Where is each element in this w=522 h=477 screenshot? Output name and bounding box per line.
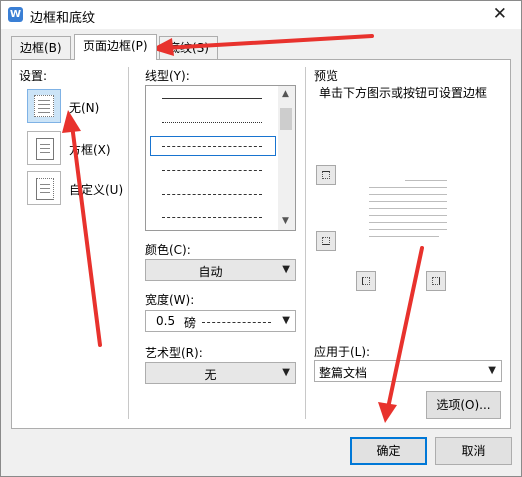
chevron-down-icon: ▼ xyxy=(282,315,290,326)
art-value: 无 xyxy=(204,368,217,382)
color-heading: 颜色(C): xyxy=(145,243,191,257)
scroll-up-icon[interactable]: ▲ xyxy=(282,89,289,99)
line-style-scrollbar[interactable]: ▲ ▼ xyxy=(278,86,295,230)
options-button[interactable]: 选项(O)... xyxy=(426,391,501,419)
chevron-down-icon: ▼ xyxy=(282,264,290,275)
art-dropdown[interactable]: 无 ▼ xyxy=(145,362,296,384)
tab-shading[interactable]: 底纹(S) xyxy=(159,36,218,59)
color-value: 自动 xyxy=(198,265,223,279)
cancel-button[interactable]: 取消 xyxy=(435,437,512,465)
preview-heading: 预览 xyxy=(314,69,339,83)
bottom-border-button[interactable] xyxy=(316,231,336,251)
tab-borders[interactable]: 边框(B) xyxy=(11,36,71,59)
setting-custom-icon[interactable] xyxy=(27,171,61,205)
dialog-title: 边框和底纹 xyxy=(30,11,96,26)
scroll-thumb[interactable] xyxy=(280,108,292,130)
apply-to-value: 整篇文档 xyxy=(319,366,368,380)
chevron-down-icon: ▼ xyxy=(488,365,496,376)
line-style-solid[interactable] xyxy=(162,98,262,99)
scroll-down-icon[interactable]: ▼ xyxy=(282,216,289,226)
separator-right xyxy=(305,67,306,419)
right-border-button[interactable] xyxy=(426,271,446,291)
setting-none-label[interactable]: 无(N) xyxy=(69,99,99,116)
separator-left xyxy=(128,67,129,419)
line-style-dotted[interactable] xyxy=(162,122,262,123)
line-style-dash-dot[interactable] xyxy=(162,194,262,195)
tab-page-border[interactable]: 页面边框(P) xyxy=(74,34,157,60)
apply-to-dropdown[interactable]: 整篇文档 ▼ xyxy=(314,360,502,382)
close-icon[interactable]: ✕ xyxy=(493,4,507,24)
art-heading: 艺术型(R): xyxy=(145,346,203,360)
setting-none-icon[interactable] xyxy=(27,89,61,123)
chevron-down-icon: ▼ xyxy=(282,367,290,378)
left-border-button[interactable] xyxy=(356,271,376,291)
top-border-button[interactable] xyxy=(316,165,336,185)
line-style-dashed[interactable] xyxy=(162,170,262,171)
title-bar: W 边框和底纹 ✕ xyxy=(1,1,521,29)
borders-and-shading-dialog: W 边框和底纹 ✕ 边框(B) 页面边框(P) 底纹(S) 设置: 无(N) 方… xyxy=(0,0,522,477)
preview-hint: 单击下方图示或按钮可设置边框 xyxy=(319,86,488,100)
apply-to-heading: 应用于(L): xyxy=(314,345,371,359)
setting-box-label[interactable]: 方框(X) xyxy=(69,141,111,158)
ok-button[interactable]: 确定 xyxy=(350,437,427,465)
width-unit: 磅 xyxy=(184,316,197,330)
line-style-heading: 线型(Y): xyxy=(145,69,190,83)
line-style-dash-dot-dot[interactable] xyxy=(162,217,262,218)
wps-writer-icon: W xyxy=(8,7,23,22)
width-heading: 宽度(W): xyxy=(145,293,195,307)
width-value: 0.5 xyxy=(156,314,176,328)
width-dropdown[interactable]: 0.5 磅 ▼ xyxy=(145,310,296,332)
line-style-dashed-selected[interactable] xyxy=(162,146,262,147)
settings-heading: 设置: xyxy=(19,69,48,83)
line-style-list[interactable]: ▲ ▼ xyxy=(145,85,296,231)
width-line-sample xyxy=(202,322,271,323)
color-dropdown[interactable]: 自动 ▼ xyxy=(145,259,296,281)
setting-box-icon[interactable] xyxy=(27,131,61,165)
setting-custom-label[interactable]: 自定义(U) xyxy=(69,181,123,198)
